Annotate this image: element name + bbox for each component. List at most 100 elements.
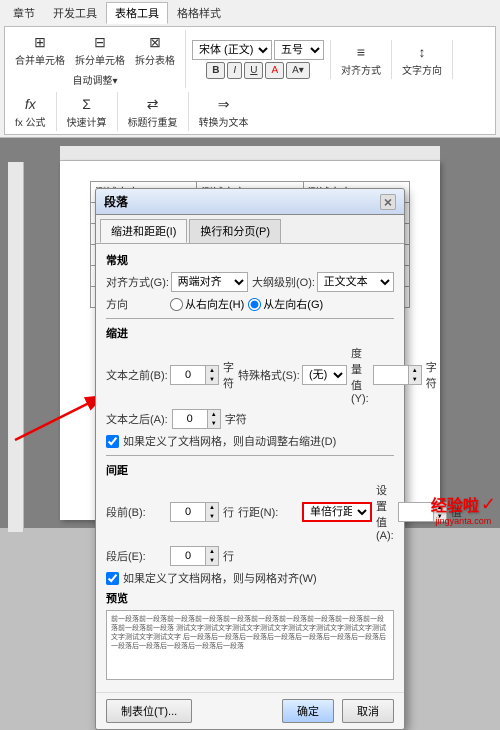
quantity-spin: ▲ ▼ — [408, 365, 422, 385]
tab-table-style[interactable]: 格格样式 — [168, 2, 230, 24]
tab-linebreak-page[interactable]: 换行和分页(P) — [189, 219, 281, 243]
text-direction-button[interactable]: ↕ 文字方向 — [398, 40, 446, 79]
header-repeat-button[interactable]: ⇄ 标题行重复 — [124, 92, 182, 131]
indent-before-input[interactable] — [170, 365, 205, 385]
formula-icon: fx — [20, 94, 40, 114]
indent-before-up[interactable]: ▲ — [206, 366, 218, 375]
quantity-input[interactable] — [373, 365, 408, 385]
font-size-select[interactable]: 五号 — [274, 40, 324, 60]
merge-cells-button[interactable]: ⊞ 合并单元格 — [11, 30, 69, 69]
spacing-before-input-group: ▲ ▼ — [170, 502, 219, 522]
underline-button[interactable]: U — [244, 62, 263, 79]
direction-ltr-label: 从左向右(G) — [263, 296, 323, 312]
indent-after-up[interactable]: ▲ — [208, 410, 220, 419]
preview-text: 前一段落前一段落前一段落前一段落前一段落前一段落前一段落前一段落前一段落前一段落… — [111, 615, 389, 651]
spacing-after-input-group: ▲ ▼ — [170, 546, 219, 566]
watermark-site: jingyanta.com — [431, 516, 496, 526]
spacing-section-title: 间距 — [106, 462, 394, 478]
ribbon-group-textdir: ↕ 文字方向 — [396, 40, 453, 79]
spacing-before-unit: 行 — [223, 504, 234, 520]
ruler-top — [60, 146, 440, 161]
dialog-close-button[interactable]: × — [380, 194, 396, 210]
spacing-before-down[interactable]: ▼ — [206, 512, 218, 521]
quick-calc-label: 快速计算 — [67, 114, 107, 129]
direction-rtl-option[interactable]: 从右向左(H) — [170, 296, 244, 312]
tab-table-tools[interactable]: 表格工具 — [106, 2, 168, 24]
toolbar-area: 章节 开发工具 表格工具 格格样式 ⊞ 合并单元格 ⊟ 拆分单元格 ⊠ 拆分表格 — [0, 0, 500, 138]
special-select[interactable]: (无) — [302, 365, 347, 385]
outline-select[interactable]: 正文文本 — [317, 272, 394, 292]
font-family-select[interactable]: 宋体 (正文) — [192, 40, 272, 60]
divider1 — [106, 318, 394, 319]
ok-button[interactable]: 确定 — [282, 699, 334, 723]
watermark-brand: 经验啦 — [431, 492, 479, 516]
highlight-button[interactable]: A▾ — [286, 62, 310, 79]
ribbon-content: ⊞ 合并单元格 ⊟ 拆分单元格 ⊠ 拆分表格 自动调整▾ 宋体 (正文) — [4, 26, 496, 135]
preview-section-title: 预览 — [106, 590, 394, 606]
split-table-button[interactable]: ⊠ 拆分表格 — [131, 30, 179, 69]
indent-after-unit: 字符 — [225, 411, 247, 427]
alignment-row: 对齐方式(G): 两端对齐 大纲级别(O): 正文文本 — [106, 272, 394, 292]
spacing-before-input[interactable] — [170, 502, 205, 522]
indent-before-down[interactable]: ▼ — [206, 375, 218, 384]
bold-button[interactable]: B — [206, 62, 225, 79]
spacing-after-label: 段后(E): — [106, 548, 166, 564]
tab-devtools[interactable]: 开发工具 — [44, 2, 106, 24]
indent-before-unit: 字符 — [223, 359, 234, 391]
indent-after-input[interactable] — [172, 409, 207, 429]
auto-indent-checkbox-row: 如果定义了文档网格，则自动调整右缩进(D) — [106, 433, 394, 449]
split-cells-button[interactable]: ⊟ 拆分单元格 — [71, 30, 129, 69]
indent-before-spin: ▲ ▼ — [205, 365, 219, 385]
spacing-before-row: 段前(B): ▲ ▼ 行 行距(N): 单倍行距 1.5倍行距 2倍行距 — [106, 482, 394, 542]
paragraph-dialog: 段落 × 缩进和距距(I) 换行和分页(P) 常规 对齐方式(G): 两端对齐 … — [95, 188, 405, 730]
direction-rtl-radio[interactable] — [170, 298, 183, 311]
grid-align-checkbox[interactable] — [106, 572, 119, 585]
ruler-left — [8, 162, 24, 532]
quick-calc-button[interactable]: Σ 快速计算 — [63, 92, 111, 131]
spacing-after-up[interactable]: ▲ — [206, 547, 218, 556]
alignment-select[interactable]: 两端对齐 — [171, 272, 248, 292]
alignment-label: 对齐方式(G): — [106, 274, 167, 290]
font-row2: B I U A A▾ — [206, 62, 310, 79]
direction-row: 方向 从右向左(H) 从左向右(G) — [106, 296, 394, 312]
divider2 — [106, 455, 394, 456]
tab-chapter[interactable]: 章节 — [4, 2, 44, 24]
indent-before-label: 文本之前(B): — [106, 367, 166, 383]
alignment-button[interactable]: ≡ 对齐方式 — [337, 40, 385, 79]
dialog-footer: 制表位(T)... 确定 取消 — [96, 692, 404, 729]
tabs-button[interactable]: 制表位(T)... — [106, 699, 192, 723]
quantity-label: 度量值(Y): — [351, 345, 369, 405]
dialog-titlebar: 段落 × — [96, 189, 404, 215]
cancel-button[interactable]: 取消 — [342, 699, 394, 723]
quantity-up[interactable]: ▲ — [409, 366, 421, 375]
auto-adjust-button[interactable]: 自动调整▾ — [68, 71, 121, 88]
spacing-after-down[interactable]: ▼ — [206, 556, 218, 565]
direction-ltr-radio[interactable] — [248, 298, 261, 311]
indent-after-down[interactable]: ▼ — [208, 419, 220, 428]
quantity-input-group: ▲ ▼ — [373, 365, 422, 385]
font-color-button[interactable]: A — [265, 62, 284, 79]
italic-button[interactable]: I — [227, 62, 242, 79]
ribbon-group-quickcalc: Σ 快速计算 — [61, 92, 118, 131]
line-spacing-label: 行距(N): — [238, 504, 298, 520]
quantity-down[interactable]: ▼ — [409, 375, 421, 384]
direction-ltr-option[interactable]: 从左向右(G) — [248, 296, 323, 312]
split-table-label: 拆分表格 — [135, 52, 175, 67]
indent-before-row: 文本之前(B): ▲ ▼ 字符 特殊格式(S): (无) 度量值(Y): — [106, 345, 394, 405]
tab-indent-spacing[interactable]: 缩进和距距(I) — [100, 219, 187, 243]
spacing-after-input[interactable] — [170, 546, 205, 566]
ribbon-group-convert: ⇒ 转换为文本 — [193, 92, 259, 131]
convert-text-button[interactable]: ⇒ 转换为文本 — [195, 92, 253, 131]
special-label: 特殊格式(S): — [238, 367, 298, 383]
auto-indent-checkbox[interactable] — [106, 435, 119, 448]
spacing-before-up[interactable]: ▲ — [206, 503, 218, 512]
line-spacing-select[interactable]: 单倍行距 1.5倍行距 2倍行距 最小值 固定值 多倍行距 — [302, 502, 372, 522]
general-section-title: 常规 — [106, 252, 394, 268]
text-direction-label: 文字方向 — [402, 62, 442, 77]
formula-button[interactable]: fx fx 公式 — [11, 92, 50, 131]
dialog-footer-buttons: 确定 取消 — [282, 699, 394, 723]
set-value-label: 设置值(A): — [376, 482, 394, 542]
spacing-before-label: 段前(B): — [106, 504, 166, 520]
grid-align-label: 如果定义了文档网格，则与网格对齐(W) — [123, 570, 317, 586]
set-value-input[interactable] — [398, 502, 433, 522]
